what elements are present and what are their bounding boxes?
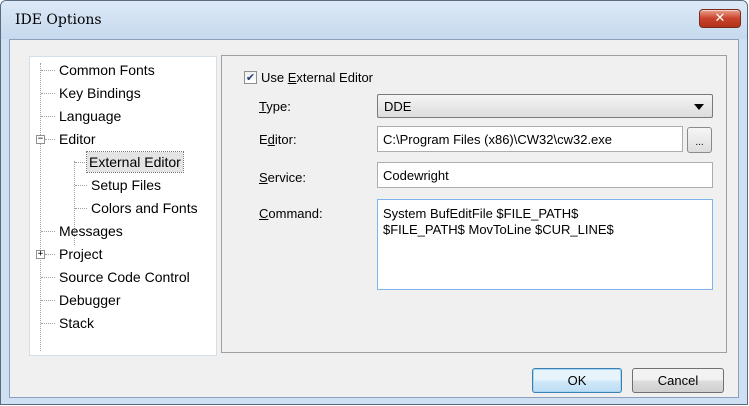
editor-path-field[interactable]: C:\Program Files (x86)\CW32\cw32.exe [377, 126, 683, 152]
dialog-client: Common Fonts Key Bindings Language − Edi… [9, 39, 739, 398]
close-button[interactable]: ✕ [699, 9, 741, 28]
tree-connector [41, 116, 55, 117]
tree-connector [75, 162, 87, 163]
tree-item-debugger[interactable]: Debugger [57, 290, 123, 310]
label-mnemonic: S [259, 170, 268, 185]
editor-label: Editor: [259, 132, 297, 147]
type-label: Type: [259, 99, 291, 114]
options-tree[interactable]: Common Fonts Key Bindings Language − Edi… [29, 56, 217, 356]
ide-options-dialog: IDE Options ✕ Common Fonts Key Bindings … [0, 0, 748, 405]
service-label: Service: [259, 170, 306, 185]
tree-connector [75, 208, 87, 209]
tree-item-source-code-control[interactable]: Source Code Control [57, 267, 192, 287]
use-external-editor-checkbox[interactable]: ✔ [244, 71, 257, 84]
tree-item-common-fonts[interactable]: Common Fonts [57, 60, 157, 80]
tree-item-messages[interactable]: Messages [57, 221, 125, 241]
tree-item-project[interactable]: Project [57, 244, 105, 264]
checkmark-icon: ✔ [245, 71, 256, 84]
title-bar[interactable]: IDE Options ✕ [1, 1, 747, 39]
tree-connector [41, 231, 55, 232]
tree-connector [41, 300, 55, 301]
label-text: ype: [266, 99, 291, 114]
label-mnemonic: C [259, 206, 269, 221]
label-text: E [259, 132, 268, 147]
tree-connector [41, 93, 55, 94]
command-label: Command: [259, 206, 323, 221]
tree-connector [41, 70, 55, 71]
tree-item-setup-files[interactable]: Setup Files [89, 175, 163, 195]
browse-button[interactable]: ... [687, 127, 712, 153]
type-value: DDE [384, 99, 412, 114]
tree-connector [41, 277, 55, 278]
ok-button[interactable]: OK [532, 368, 622, 393]
close-icon: ✕ [714, 11, 726, 26]
tree-connector [40, 63, 41, 351]
tree-item-stack[interactable]: Stack [57, 313, 96, 333]
label-text: itor: [274, 132, 297, 147]
chevron-down-icon [694, 104, 704, 110]
command-textarea[interactable]: System BufEditFile $FILE_PATH$ $FILE_PAT… [377, 199, 713, 290]
tree-item-editor[interactable]: Editor [57, 129, 98, 149]
expand-icon[interactable]: + [36, 250, 45, 259]
label-mnemonic: d [267, 132, 275, 147]
tree-item-colors-and-fonts[interactable]: Colors and Fonts [89, 198, 200, 218]
type-select[interactable]: DDE [377, 94, 713, 118]
collapse-icon[interactable]: − [36, 135, 45, 144]
service-field[interactable]: Codewright [377, 162, 713, 188]
tree-item-key-bindings[interactable]: Key Bindings [57, 83, 143, 103]
cancel-button[interactable]: Cancel [632, 368, 724, 393]
tree-connector [45, 139, 55, 140]
tree-item-external-editor[interactable]: External Editor [86, 151, 184, 173]
label-text: ervice: [267, 170, 306, 185]
label-text: ommand: [268, 206, 323, 221]
tree-connector [41, 323, 55, 324]
label-text: xternal Editor [296, 70, 373, 85]
label-text: Use [261, 70, 288, 85]
tree-item-language[interactable]: Language [57, 106, 123, 126]
tree-connector [45, 254, 55, 255]
window-title: IDE Options [15, 12, 102, 28]
tree-connector [75, 185, 87, 186]
use-external-editor-label[interactable]: Use External Editor [261, 70, 373, 85]
external-editor-panel: ✔ Use External Editor Type: DDE Editor: … [221, 55, 727, 353]
